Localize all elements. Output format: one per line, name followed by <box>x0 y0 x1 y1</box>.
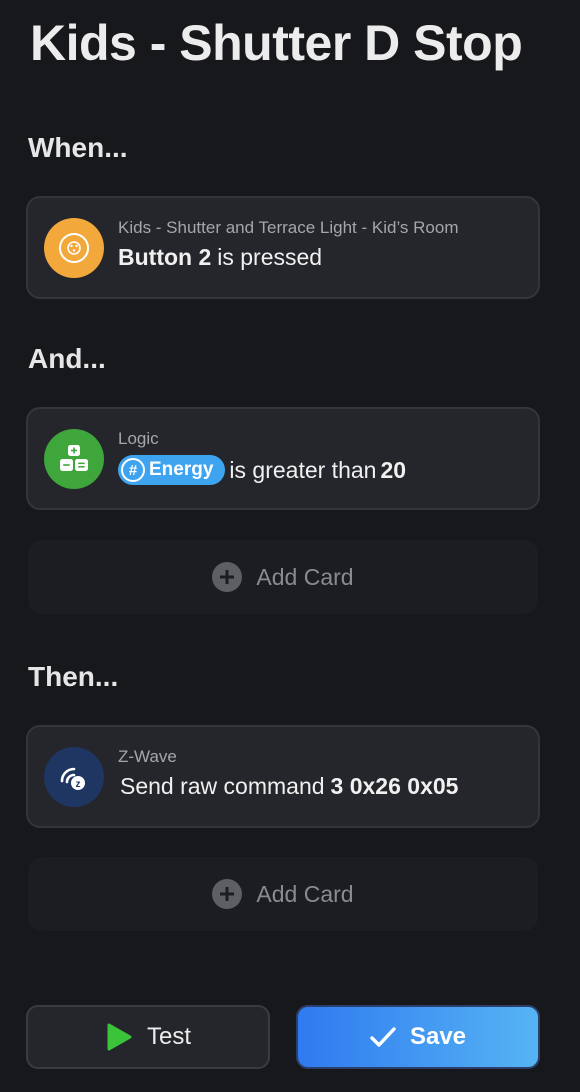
save-button[interactable]: Save <box>296 1005 540 1069</box>
checkmark-icon <box>370 1027 396 1047</box>
wall-switch-icon <box>44 218 104 278</box>
plus-icon <box>212 562 243 592</box>
svg-text:z: z <box>76 779 81 790</box>
test-button-label: Test <box>146 1023 191 1050</box>
add-card-label: Add Card <box>256 563 354 590</box>
then-card-value[interactable]: 3 0x26 0x05 <box>331 773 459 800</box>
flow-title[interactable]: Kids - Shutter D Stop <box>30 14 523 72</box>
save-button-label: Save <box>409 1023 467 1050</box>
and-card-condition: # Energy is greater than 20 <box>118 455 406 485</box>
add-card-then[interactable]: Add Card <box>28 857 538 931</box>
when-card-condition: Button 2 is pressed <box>118 244 322 271</box>
when-label: When... <box>28 132 128 163</box>
when-card-source: Kids - Shutter and Terrace Light - Kid’s… <box>118 218 459 237</box>
and-label: And... <box>28 343 106 374</box>
play-icon <box>107 1023 132 1051</box>
energy-token-label: Energy <box>149 459 214 480</box>
and-card-value[interactable]: 20 <box>380 457 406 484</box>
logic-icon <box>44 429 104 489</box>
then-card-text: Send raw command <box>120 773 325 799</box>
add-card-and[interactable]: Add Card <box>28 540 538 614</box>
and-card-operator: is greater than <box>229 456 377 483</box>
then-label: Then... <box>28 661 119 692</box>
test-button[interactable]: Test <box>26 1005 270 1069</box>
flow-editor: Kids - Shutter D Stop When... Kids - Shu… <box>0 0 580 1092</box>
zwave-icon: z <box>44 747 104 807</box>
when-card-button: Button 2 <box>118 244 212 270</box>
when-card-action: is pressed <box>217 244 323 270</box>
add-card-label: Add Card <box>256 880 354 907</box>
then-card[interactable]: z Z-Wave Send raw command 3 0x26 0x05 <box>26 725 540 828</box>
plus-icon <box>212 879 243 909</box>
hash-icon: # <box>121 458 145 482</box>
then-card-action: Send raw command 3 0x26 0x05 <box>120 773 458 800</box>
then-card-source: Z-Wave <box>118 747 177 766</box>
when-card[interactable]: Kids - Shutter and Terrace Light - Kid’s… <box>26 196 540 299</box>
and-card[interactable]: Logic # Energy is greater than 20 <box>26 407 540 510</box>
and-card-source: Logic <box>118 429 159 448</box>
energy-token[interactable]: # Energy <box>118 455 226 485</box>
